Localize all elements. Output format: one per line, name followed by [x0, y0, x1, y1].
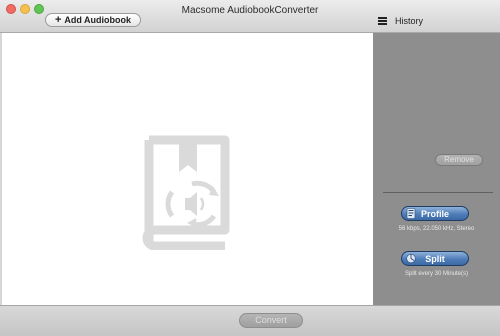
split-info-text: Split every 30 Minute(s) [404, 271, 469, 277]
remove-button[interactable]: Remove [435, 154, 483, 166]
audiobook-list-area[interactable] [2, 33, 373, 305]
sidebar-divider [383, 192, 493, 193]
split-label: Split [425, 253, 445, 264]
audiobook-icon [142, 135, 230, 250]
profile-info-text: 56 kbps, 22.050 kHz, Stereo [398, 226, 475, 232]
plus-icon: + [54, 13, 62, 26]
add-audiobook-label: Add Audiobook [64, 15, 132, 25]
app-window: Macsome AudiobookConverter + Add Audiobo… [0, 0, 500, 336]
bottom-bar: Convert [0, 305, 500, 336]
add-audiobook-button[interactable]: + Add Audiobook [45, 13, 141, 27]
settings-sidebar: Remove Profile 56 kbps, 22.050 kHz, Ster… [373, 33, 500, 305]
history-label: History [395, 16, 424, 26]
split-button[interactable]: Split [401, 251, 469, 266]
split-icon [406, 253, 416, 264]
history-button[interactable]: History [378, 16, 423, 26]
profile-label: Profile [420, 208, 449, 219]
profile-button[interactable]: Profile [401, 206, 469, 221]
title-bar: Macsome AudiobookConverter + Add Audiobo… [0, 0, 500, 33]
list-icon [378, 17, 387, 25]
convert-button[interactable]: Convert [239, 313, 303, 328]
profile-icon [406, 208, 416, 219]
